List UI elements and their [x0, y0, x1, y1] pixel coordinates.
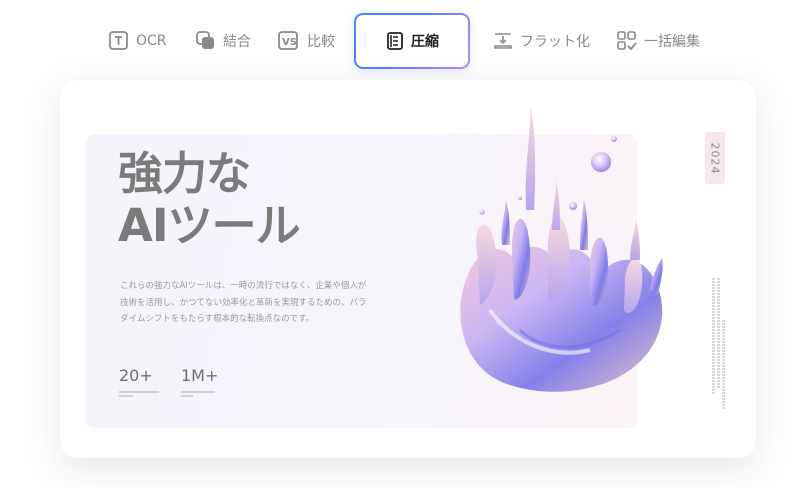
hero-title-line1: 強力な: [118, 147, 251, 200]
flatten-tool-label: フラット化: [520, 34, 590, 50]
compare-icon: VS: [277, 30, 301, 52]
toolbar: OCR 結合 VS 比較 圧縮 フラット化 一括編集: [0, 13, 810, 69]
vertical-text-decor: [722, 320, 725, 410]
stat-value: 1M+: [181, 366, 219, 385]
preview-card: 強力な AIツール これらの強力なAIツールは、一時の流行ではなく、企業や個人が…: [60, 80, 756, 458]
vertical-text-decor: [712, 278, 715, 394]
stat-caption-decor: [181, 391, 223, 397]
compress-tool-label: 圧縮: [411, 34, 439, 50]
hero-description: これらの強力なAIツールは、一時の流行ではなく、企業や個人が技術を活用し、かつて…: [120, 281, 367, 324]
compare-tool-label: 比較: [307, 34, 335, 50]
stat-value: 20+: [119, 366, 153, 385]
batch-edit-icon: [616, 30, 638, 52]
stat-item: 20+: [119, 366, 161, 397]
stat-item: 1M+: [181, 366, 223, 397]
flatten-icon: [492, 30, 514, 52]
flatten-tool-button[interactable]: フラット化: [492, 13, 590, 69]
hero-title-line2: AIツール: [118, 199, 301, 252]
vertical-text-decor: [717, 278, 720, 388]
ocr-tool-label: OCR: [136, 33, 167, 49]
batch-edit-tool-label: 一括編集: [644, 34, 700, 50]
year-label: 2024: [708, 142, 722, 174]
stat-caption-decor: [119, 391, 161, 397]
compare-tool-button[interactable]: VS 比較: [277, 13, 335, 69]
ocr-icon: [108, 30, 130, 52]
batch-edit-tool-button[interactable]: 一括編集: [616, 13, 700, 69]
merge-icon: [195, 30, 217, 52]
liquid-3d-illustration: [430, 100, 680, 414]
merge-tool-label: 結合: [223, 34, 251, 50]
compress-icon: [385, 31, 405, 51]
hero-title: 強力な AIツール: [118, 147, 301, 252]
ocr-tool-button[interactable]: OCR: [108, 13, 167, 69]
merge-tool-button[interactable]: 結合: [195, 13, 251, 69]
year-badge: 2024: [705, 132, 725, 184]
svg-text:VS: VS: [282, 37, 297, 48]
compress-tool-button[interactable]: 圧縮: [354, 13, 470, 69]
